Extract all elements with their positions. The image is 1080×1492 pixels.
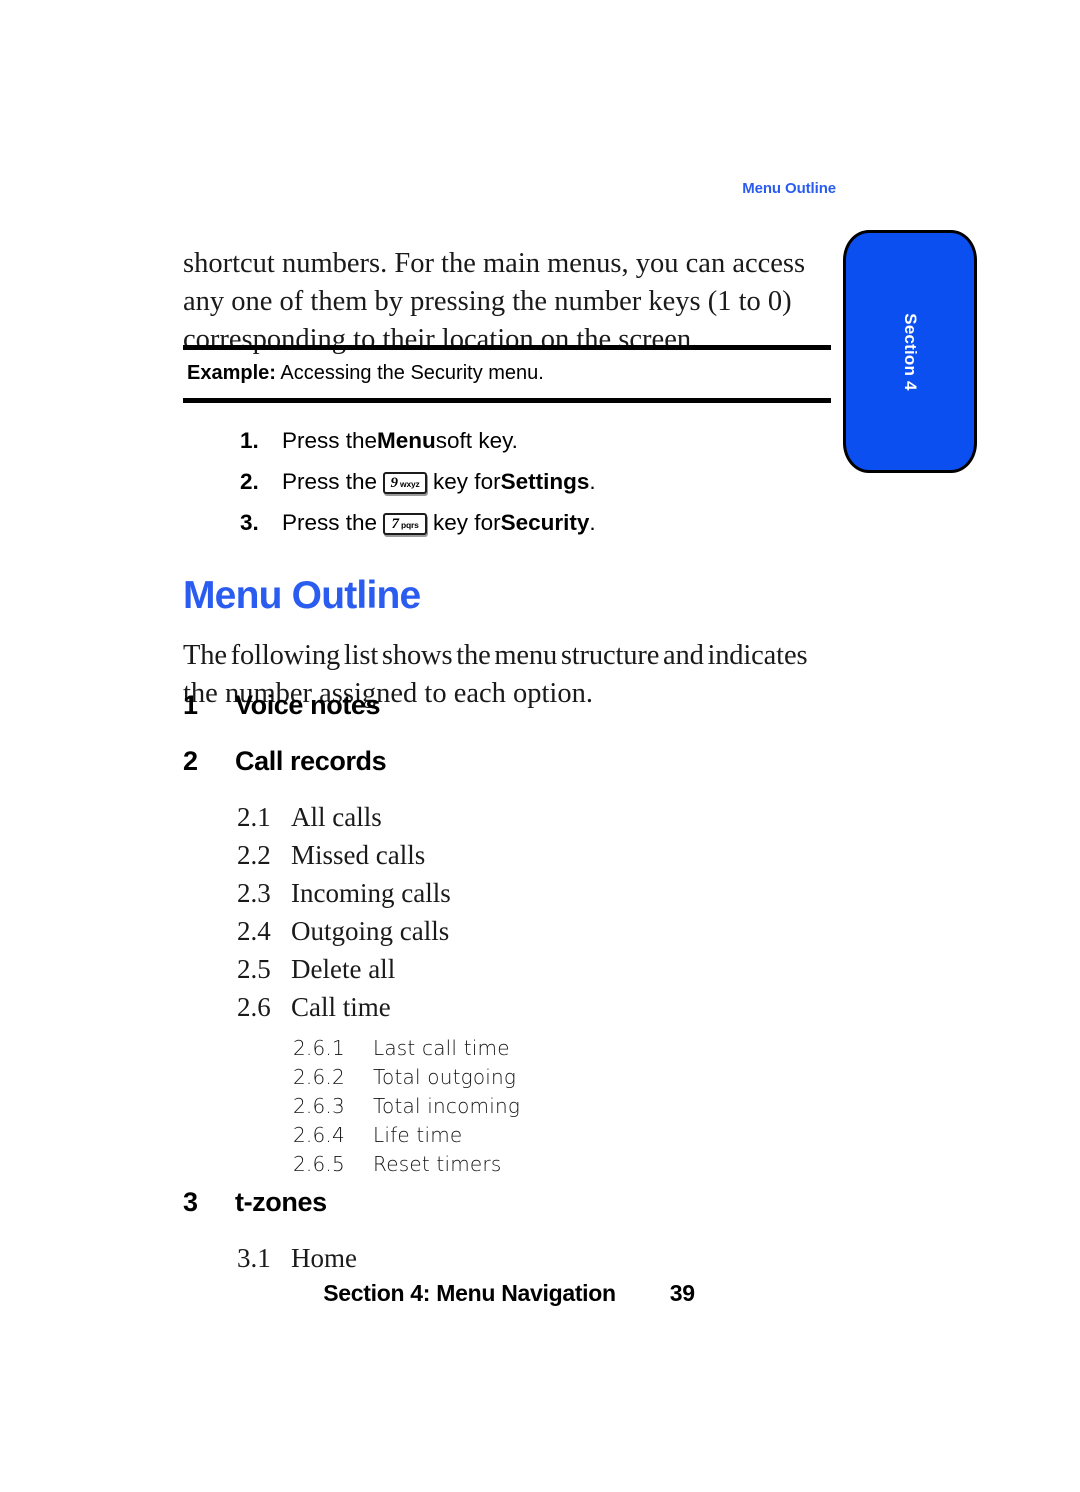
outline-item-level-2: 2.6 Call time — [183, 992, 843, 1030]
step-number: 1. — [240, 427, 259, 453]
outline-item-label: Total incoming — [373, 1094, 521, 1118]
outline-item-label: Delete all — [291, 954, 396, 984]
example-text: Accessing the Security menu. — [280, 362, 544, 384]
outline-item-label: Outgoing calls — [291, 916, 450, 946]
key-9-wxyz-icon: 9 wxyz — [383, 471, 428, 494]
outline-item-label: Total outgoing — [373, 1065, 517, 1089]
outline-item-level-1: 1 Voice notes — [183, 690, 843, 746]
step-text: Press the 7 pqrs key for Security . — [282, 510, 596, 536]
intro-paragraph: shortcut numbers. For the main menus, yo… — [183, 247, 806, 355]
step-number: 3. — [240, 509, 259, 535]
outline-item-label: Last call time — [373, 1036, 510, 1060]
step-text-after: soft key. — [435, 427, 518, 453]
outline-item-label: Life time — [373, 1123, 463, 1147]
example-label: Example: — [187, 362, 276, 384]
step-text-before: Press the — [282, 427, 378, 453]
outline-item-label: Call records — [235, 746, 387, 776]
outline-item-level-2: 3.1 Home — [183, 1243, 843, 1281]
key-7-pqrs-icon: 7 pqrs — [383, 512, 428, 535]
outline-item-number: 2.6.5 — [293, 1152, 345, 1176]
example-steps: 1. Press the Menu soft key. 2. Press the… — [240, 420, 840, 543]
step-text-bold: Menu — [377, 427, 436, 453]
outline-item-level-1: 2 Call records — [183, 746, 843, 802]
section-tab-label: Section 4 — [901, 312, 920, 391]
outline-item-number: 2.6.3 — [293, 1094, 345, 1118]
outline-item-level-3: 2.6.4 Life time — [183, 1123, 843, 1152]
step-text-before: Press the — [282, 468, 378, 494]
outline-item-label: Incoming calls — [291, 878, 451, 908]
footer-page-number: 39 — [669, 1280, 695, 1306]
page-title: Menu Outline — [183, 574, 421, 618]
outline-item-level-2: 2.5 Delete all — [183, 954, 843, 992]
outline-item-label: Voice notes — [235, 690, 381, 720]
keycap-digit: 9 — [390, 474, 399, 491]
outline-item-number: 2.6.1 — [293, 1036, 345, 1060]
outline-item-number: 2.3 — [237, 878, 271, 908]
running-header: Menu Outline — [742, 180, 836, 197]
step-item: 1. Press the Menu soft key. — [240, 420, 840, 461]
outline-item-level-2: 2.2 Missed calls — [183, 840, 843, 878]
outline-item-label: Missed calls — [291, 840, 426, 870]
lead-paragraph-line-1: The following list shows the menu struct… — [183, 639, 808, 671]
step-item: 3. Press the 7 pqrs key for Security . — [240, 502, 840, 543]
outline-item-level-2: 2.1 All calls — [183, 802, 843, 840]
outline-item-number: 3 — [183, 1187, 198, 1217]
step-text-bold: Security — [500, 509, 590, 535]
outline-item-number: 2 — [183, 746, 198, 776]
example-caption: Example: Accessing the Security menu. — [183, 350, 831, 398]
outline-item-level-2: 2.3 Incoming calls — [183, 878, 843, 916]
keycap-letters: wxyz — [400, 478, 420, 489]
manual-page: Menu Outline Section 4 shortcut numbers.… — [0, 0, 1080, 1492]
step-text: Press the Menu soft key. — [282, 428, 518, 454]
keycap-digit: 7 — [391, 515, 399, 532]
page-footer: Section 4: Menu Navigation 39 — [183, 1280, 835, 1307]
outline-item-label: All calls — [291, 802, 382, 832]
rule-bottom — [183, 398, 831, 403]
step-text-after: . — [589, 509, 596, 535]
outline-item-level-3: 2.6.2 Total outgoing — [183, 1065, 843, 1094]
step-text: Press the 9 wxyz key for Settings . — [282, 469, 596, 495]
outline-item-level-3: 2.6.1 Last call time — [183, 1036, 843, 1065]
step-text-after: . — [589, 468, 596, 494]
outline-item-number: 1 — [183, 690, 198, 720]
outline-item-level-1: 3 t-zones — [183, 1187, 843, 1243]
step-text-mid: key for — [433, 468, 501, 494]
step-number: 2. — [240, 468, 259, 494]
outline-item-level-3: 2.6.5 Reset timers — [183, 1152, 843, 1181]
keycap-letters: pqrs — [400, 519, 419, 530]
step-item: 2. Press the 9 wxyz key for Settings . — [240, 461, 840, 502]
outline-item-number: 3.1 — [237, 1243, 271, 1273]
menu-outline-list: 1 Voice notes 2 Call records 2.1 All calls 2.2… — [183, 690, 843, 1281]
outline-item-level-3: 2.6.3 Total incoming — [183, 1094, 843, 1123]
section-tab: Section 4 — [843, 230, 977, 473]
outline-item-number: 2.6 — [237, 992, 271, 1022]
outline-item-label: Reset timers — [373, 1152, 502, 1176]
outline-item-level-2: 2.4 Outgoing calls — [183, 916, 843, 954]
outline-item-number: 2.6.4 — [293, 1123, 345, 1147]
outline-item-number: 2.5 — [237, 954, 271, 984]
outline-item-label: Home — [291, 1243, 357, 1273]
outline-item-number: 2.6.2 — [293, 1065, 345, 1089]
step-text-bold: Settings — [500, 468, 590, 494]
outline-item-label: Call time — [291, 992, 391, 1022]
step-text-mid: key for — [433, 509, 501, 535]
outline-item-label: t-zones — [235, 1187, 327, 1217]
outline-item-number: 2.2 — [237, 840, 271, 870]
footer-title: Section 4: Menu Navigation — [323, 1280, 616, 1306]
step-text-before: Press the — [282, 509, 378, 535]
outline-item-number: 2.1 — [237, 802, 271, 832]
example-block: Example: Accessing the Security menu. — [183, 345, 831, 403]
outline-item-number: 2.4 — [237, 916, 271, 946]
